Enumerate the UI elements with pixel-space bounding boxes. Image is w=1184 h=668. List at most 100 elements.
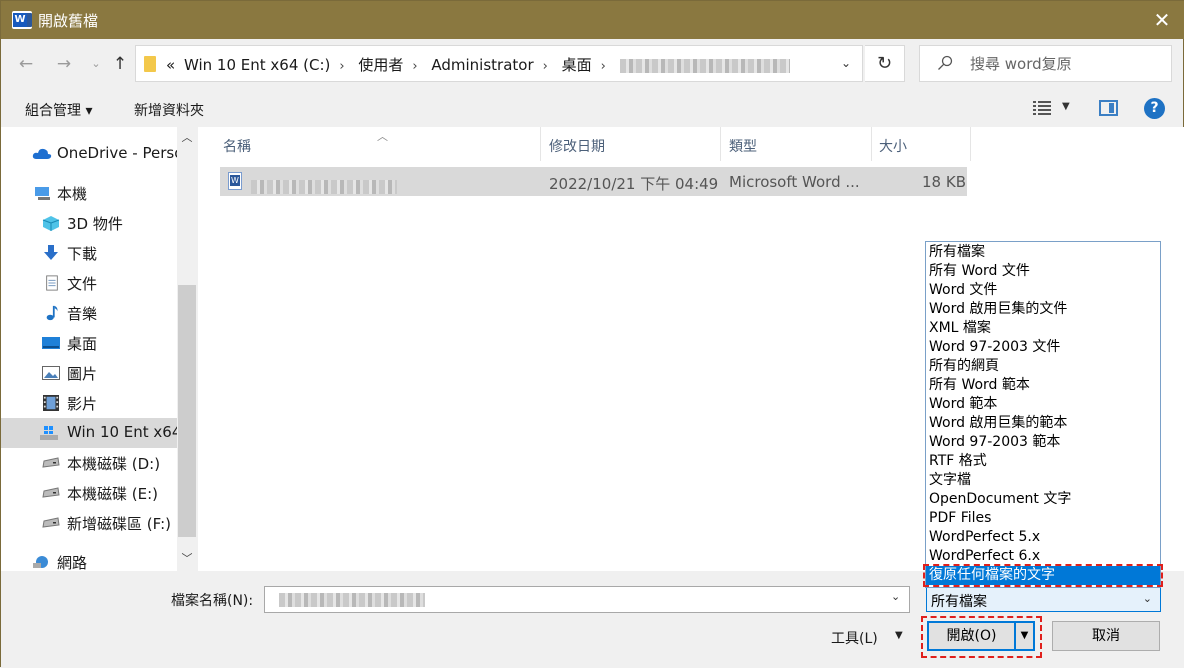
filetype-option[interactable]: 所有檔案 — [926, 243, 1160, 262]
word-file-icon — [228, 172, 242, 190]
filetype-option[interactable]: 文字檔 — [926, 471, 1160, 490]
refresh-icon[interactable]: ↻ — [865, 45, 905, 82]
pictures-icon — [42, 366, 60, 380]
nav-item-drive-d[interactable]: 本機磁碟 (D:) — [1, 448, 177, 478]
close-icon[interactable]: ✕ — [1149, 7, 1175, 33]
folder-icon — [144, 56, 156, 72]
address-bar[interactable]: « Win 10 Ent x64 (C:) › 使用者 › Administrato… — [135, 45, 863, 82]
search-input[interactable] — [970, 54, 1160, 74]
breadcrumb-desktop[interactable]: 桌面 — [562, 56, 592, 74]
nav-item-downloads[interactable]: 下載 — [1, 238, 177, 268]
command-bar: 組合管理 ▾ 新增資料夾 — [1, 91, 1184, 127]
column-header-modified[interactable]: 修改日期 — [549, 127, 721, 161]
search-box[interactable] — [919, 45, 1172, 82]
new-folder-button[interactable]: 新增資料夾 — [134, 100, 204, 120]
breadcrumb-users[interactable]: 使用者 — [358, 56, 403, 74]
forward-arrow-icon[interactable]: → — [53, 53, 75, 75]
filetype-option[interactable]: XML 檔案 — [926, 319, 1160, 338]
breadcrumb-drive-c[interactable]: Win 10 Ent x64 (C:) — [184, 56, 330, 74]
windows-drive-icon — [40, 426, 58, 440]
column-header-size[interactable]: 大小 — [879, 127, 971, 161]
up-arrow-icon[interactable]: ↑ — [109, 53, 131, 75]
nav-item-drive-c[interactable]: Win 10 Ent x64 — [1, 418, 177, 448]
view-options-icon[interactable] — [1033, 100, 1051, 116]
chevron-right-icon[interactable]: › — [412, 59, 417, 74]
filename-input[interactable] — [264, 586, 910, 613]
title-bar: W 開啟舊檔 ✕ — [1, 1, 1184, 39]
cancel-button[interactable]: 取消 — [1052, 621, 1160, 651]
filetype-option[interactable]: 所有 Word 文件 — [926, 262, 1160, 281]
preview-pane-icon[interactable] — [1099, 100, 1118, 116]
chevron-right-icon[interactable]: › — [339, 59, 344, 74]
organize-button[interactable]: 組合管理 ▾ — [25, 100, 92, 120]
tools-dropdown-icon[interactable]: ▼ — [895, 630, 903, 641]
nav-item-drive-f[interactable]: 新增磁碟區 (F:) — [1, 508, 177, 538]
nav-item-desktop[interactable]: 桌面 — [1, 328, 177, 358]
breadcrumb: « Win 10 Ent x64 (C:) › 使用者 › Administrato… — [166, 54, 794, 75]
nav-item-documents[interactable]: 文件 — [1, 268, 177, 298]
window-title: 開啟舊檔 — [38, 12, 99, 30]
filetype-option[interactable]: Word 97-2003 文件 — [926, 338, 1160, 357]
file-size-cell: 18 KB — [922, 173, 966, 191]
search-icon — [938, 55, 953, 70]
navigation-pane: OneDrive - Perso 本機 3D 物件 下載 文件 音樂 桌面 圖片… — [1, 127, 197, 572]
chevron-right-icon[interactable]: › — [543, 59, 548, 74]
back-arrow-icon[interactable]: ← — [15, 53, 37, 75]
nav-item-onedrive[interactable]: OneDrive - Perso — [1, 139, 177, 169]
nav-item-pictures[interactable]: 圖片 — [1, 358, 177, 388]
drive-icon — [42, 457, 60, 468]
nav-item-this-pc[interactable]: 本機 — [1, 178, 177, 208]
filename-label: 檔案名稱(N): — [171, 593, 254, 609]
view-dropdown-icon[interactable]: ▼ — [1062, 101, 1070, 112]
drive-icon — [42, 517, 60, 528]
filetype-option[interactable]: OpenDocument 文字 — [926, 490, 1160, 509]
breadcrumb-redacted-folder[interactable] — [619, 58, 790, 73]
document-icon — [46, 275, 58, 291]
filetype-option[interactable]: WordPerfect 5.x — [926, 528, 1160, 547]
filetype-option[interactable]: Word 文件 — [926, 281, 1160, 300]
filetype-dropdown-list: 所有檔案 所有 Word 文件 Word 文件 Word 啟用巨集的文件 XML 檔案 W… — [925, 241, 1161, 588]
filetype-option[interactable]: PDF Files — [926, 509, 1160, 528]
download-icon — [44, 245, 58, 260]
filetype-option[interactable]: Word 範本 — [926, 395, 1160, 414]
filetype-option[interactable]: WordPerfect 6.x — [926, 547, 1160, 566]
filetype-option[interactable]: Word 啟用巨集的範本 — [926, 414, 1160, 433]
nav-item-videos[interactable]: 影片 — [1, 388, 177, 418]
chevron-right-icon[interactable]: › — [601, 59, 606, 74]
column-header-type[interactable]: 類型 — [729, 127, 872, 161]
breadcrumb-overflow[interactable]: « — [166, 56, 175, 74]
recent-locations-chevron-icon[interactable]: ⌄ — [85, 53, 107, 75]
video-icon — [43, 395, 59, 411]
nav-item-drive-e[interactable]: 本機磁碟 (E:) — [1, 478, 177, 508]
scroll-up-icon[interactable]: ︿ — [177, 129, 197, 147]
filetype-select[interactable]: 所有檔案 ⌄ — [926, 586, 1161, 612]
music-icon — [46, 305, 58, 321]
filetype-option[interactable]: Word 97-2003 範本 — [926, 433, 1160, 452]
filetype-option[interactable]: 所有 Word 範本 — [926, 376, 1160, 395]
open-options-dropdown-icon[interactable]: ▼ — [1016, 621, 1035, 651]
filetype-option[interactable]: 復原任何檔案的文字 — [926, 566, 1160, 585]
filetype-selected-value: 所有檔案 — [931, 594, 987, 610]
onedrive-icon — [32, 148, 52, 159]
nav-scrollbar-thumb[interactable] — [178, 285, 196, 537]
help-icon[interactable]: ? — [1144, 98, 1165, 119]
computer-icon — [35, 187, 50, 200]
scroll-down-icon[interactable]: ﹀ — [177, 550, 197, 568]
file-type-cell: Microsoft Word ... — [729, 173, 860, 191]
tools-button[interactable]: 工具(L) — [831, 628, 878, 648]
filename-history-chevron-icon[interactable]: ⌄ — [891, 590, 900, 603]
breadcrumb-administrator[interactable]: Administrator — [431, 56, 533, 74]
3d-objects-icon — [42, 216, 60, 231]
word-app-icon: W — [12, 11, 32, 29]
chevron-down-icon: ⌄ — [1142, 592, 1152, 605]
filetype-option[interactable]: RTF 格式 — [926, 452, 1160, 471]
open-file-dialog: W 開啟舊檔 ✕ ← → ⌄ ↑ « Win 10 Ent x64 (C:) › … — [0, 0, 1184, 668]
nav-item-3d-objects[interactable]: 3D 物件 — [1, 208, 177, 238]
address-dropdown-icon[interactable]: ⌄ — [836, 53, 856, 73]
filetype-option[interactable]: 所有的網頁 — [926, 357, 1160, 376]
filetype-option[interactable]: Word 啟用巨集的文件 — [926, 300, 1160, 319]
nav-item-music[interactable]: 音樂 — [1, 298, 177, 328]
drive-icon — [42, 487, 60, 498]
open-button[interactable]: 開啟(O) — [927, 621, 1016, 651]
file-name-redacted — [251, 177, 397, 195]
